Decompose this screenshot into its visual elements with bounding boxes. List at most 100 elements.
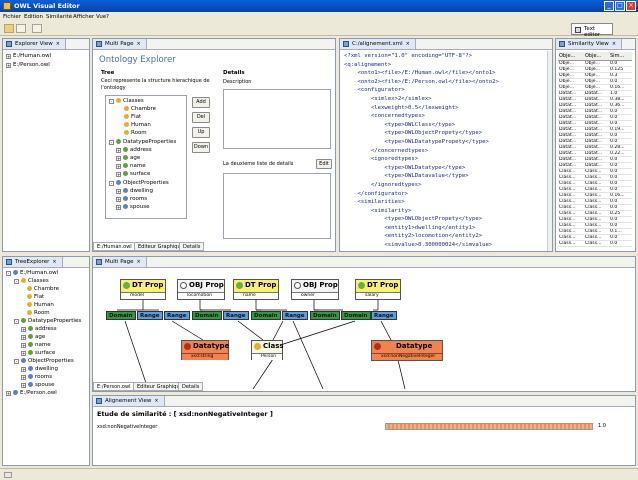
column-header[interactable]: Obje... [585, 53, 601, 59]
table-cell: Obje... [559, 67, 575, 72]
table-cell: 0.25 [610, 211, 621, 216]
close-icon[interactable]: × [137, 41, 141, 47]
tree-item[interactable]: + spouse [116, 204, 149, 210]
delete-button[interactable]: Del [192, 112, 210, 123]
editor-scrollbar[interactable] [547, 51, 552, 251]
tree-node-classes[interactable]: - Classes [14, 278, 49, 284]
tree-item[interactable]: Human [124, 122, 151, 128]
tree-node-classes[interactable]: - Classes [109, 98, 144, 104]
tab-explorer-view[interactable]: Explorer View × [3, 39, 66, 50]
tab-tree-explorer[interactable]: TreeExplorer × [3, 257, 63, 268]
text-editor-button[interactable]: Text editor [571, 23, 613, 38]
graph-node-dt-prop-salary[interactable]: DT Prop salary [355, 279, 401, 300]
table-row[interactable]: Class... Class... 0.0 [558, 241, 632, 247]
menu-afficher-vue[interactable]: Afficher Vue [73, 14, 106, 20]
move-down-button[interactable]: Down [192, 142, 210, 153]
tree-item[interactable]: + address [21, 326, 57, 332]
tab-details[interactable]: Details [179, 242, 205, 251]
explorer-item-person[interactable]: + E:/Person.owl [6, 62, 50, 68]
tab-details[interactable]: Details [178, 382, 204, 391]
tree-item[interactable]: Flat [124, 114, 141, 120]
close-icon[interactable]: × [406, 41, 410, 47]
graph-node-dt-prop-name[interactable]: DT Prop name [233, 279, 279, 300]
close-button[interactable]: × [626, 1, 636, 11]
tab-multi-page[interactable]: Multi Page × [93, 39, 147, 50]
close-icon[interactable]: × [612, 41, 616, 47]
tree-node-object-properties[interactable]: - ObjectProperties [109, 180, 169, 186]
tree-item[interactable]: + surface [21, 350, 55, 356]
range-chip[interactable]: Range [137, 311, 163, 320]
expand-icon[interactable]: + [6, 54, 11, 59]
second-list-label: La deuxieme liste de details [223, 161, 294, 167]
tree-item[interactable]: + name [21, 342, 51, 348]
tab-human-owl[interactable]: E:/Human.owl [93, 242, 136, 251]
table-cell: 0.125 [610, 67, 624, 72]
tree-item[interactable]: Flat [27, 294, 44, 300]
add-button[interactable]: Add [192, 97, 210, 108]
tree-item[interactable]: + surface [116, 171, 150, 177]
tree-item[interactable]: + spouse [21, 382, 54, 388]
graph-node-obj-prop-owner[interactable]: OBJ Prop owner [291, 279, 339, 300]
tree-item[interactable]: Room [124, 130, 147, 136]
graph-node-dt-prop-model[interactable]: DT Prop model [120, 279, 166, 300]
tree-item[interactable]: + age [116, 155, 140, 161]
range-chip[interactable]: Range [223, 311, 249, 320]
graph-node-datatype-string[interactable]: Datatype xsd:string [181, 340, 229, 360]
domain-chip[interactable]: Domain [310, 311, 340, 320]
column-header[interactable]: Obje... [559, 53, 575, 59]
domain-chip[interactable]: Domain [251, 311, 281, 320]
tab-alignement-view[interactable]: Alignement View × [93, 396, 165, 407]
domain-chip[interactable]: Domain [106, 311, 136, 320]
range-chip[interactable]: Range [282, 311, 308, 320]
tree-item[interactable]: + dwelling [21, 366, 58, 372]
menu-fichier[interactable]: Fichier [3, 14, 21, 20]
close-icon[interactable]: × [52, 259, 56, 265]
domain-chip[interactable]: Domain [341, 311, 371, 320]
menu-edition[interactable]: Edition [24, 14, 43, 20]
save-icon[interactable] [32, 24, 42, 33]
new-file-icon[interactable] [4, 24, 14, 33]
xml-code-area[interactable]: <?xml version="1.0" encoding="UTF-8"?> <q… [344, 52, 499, 250]
move-up-button[interactable]: Up [192, 127, 210, 138]
status-icon[interactable] [4, 472, 12, 478]
tree-item[interactable]: Chambre [27, 286, 59, 292]
dropdown-arrow-icon[interactable] [16, 24, 26, 33]
column-header[interactable]: Sim... [610, 53, 624, 59]
graph-node-obj-prop-locomotion[interactable]: OBJ Prop locomotion [177, 279, 225, 300]
range-chip[interactable]: Range [164, 311, 190, 320]
window-titlebar: OWL Visual Editor _ □ × [0, 0, 638, 12]
graph-node-class-person[interactable]: Class Person [251, 340, 284, 360]
tree-item[interactable]: + name [116, 163, 146, 169]
tree-node-datatype-properties[interactable]: - DatatypeProperties [109, 139, 176, 145]
close-icon[interactable]: × [56, 41, 60, 47]
domain-chip[interactable]: Domain [192, 311, 222, 320]
property-icon [28, 334, 33, 339]
maximize-button[interactable]: □ [615, 1, 625, 11]
range-chip[interactable]: Range [371, 311, 397, 320]
tree-root-human[interactable]: - E:/Human.owl [6, 270, 58, 276]
tree-item[interactable]: + rooms [21, 374, 52, 380]
tree-item[interactable]: + age [21, 334, 45, 340]
tree-item[interactable]: Room [27, 310, 50, 316]
graph-node-datatype-nonnegativeinteger[interactable]: Datatype xsd:nonNegativeInteger [371, 340, 443, 361]
tab-similarity-view[interactable]: Similarity View × [556, 39, 623, 50]
tree-item[interactable]: Chambre [124, 106, 156, 112]
tree-item[interactable]: + dwelling [116, 188, 153, 194]
tab-person-owl[interactable]: E:/Person.owl [93, 382, 135, 391]
tree-item[interactable]: + address [116, 147, 152, 153]
close-icon[interactable]: × [154, 398, 158, 404]
tree-node-datatype-properties[interactable]: - DatatypeProperties [14, 318, 81, 324]
expand-icon[interactable]: + [6, 63, 11, 68]
tree-item[interactable]: + rooms [116, 196, 147, 202]
tab-alignement-xml[interactable]: C:/alignement.xml × [340, 39, 416, 50]
menu-similarite[interactable]: Similarité [46, 14, 72, 20]
tree-node-object-properties[interactable]: - ObjectProperties [14, 358, 74, 364]
edit-button[interactable]: Edit [316, 159, 332, 169]
tree-item[interactable]: Human [27, 302, 54, 308]
tree-root-person[interactable]: + E:/Person.owl [6, 390, 57, 396]
table-cell: Datat... [585, 151, 603, 156]
explorer-item-human[interactable]: + E:/Human.owl [6, 53, 51, 59]
minimize-button[interactable]: _ [604, 1, 614, 11]
menu-help[interactable]: ? [106, 14, 109, 20]
description-textarea[interactable] [223, 89, 331, 149]
